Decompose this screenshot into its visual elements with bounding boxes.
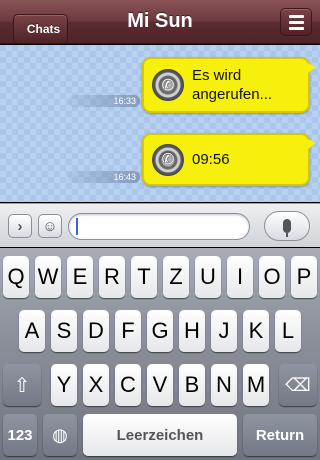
backspace-icon: ⌫ <box>285 374 311 395</box>
menu-button[interactable] <box>280 8 312 36</box>
message-input[interactable] <box>68 213 250 240</box>
key-x[interactable]: X <box>83 364 109 406</box>
key-t[interactable]: T <box>131 256 157 298</box>
key-v[interactable]: V <box>147 364 173 406</box>
key-e[interactable]: E <box>67 256 93 298</box>
key-h[interactable]: H <box>179 310 205 352</box>
key-s[interactable]: S <box>51 310 77 352</box>
message-bubble[interactable]: ✆ 09:56 <box>142 133 316 186</box>
keyboard: Q W E R T Z U I O P A S D F G H J K L ⇧ … <box>0 248 320 460</box>
key-i[interactable]: I <box>227 256 253 298</box>
message-timestamp: 16:43 <box>68 171 140 183</box>
message-input-bar: › ☺ <box>0 203 320 247</box>
key-o[interactable]: O <box>259 256 285 298</box>
message-timestamp: 16:33 <box>68 95 140 107</box>
microphone-button[interactable] <box>264 211 310 241</box>
key-n[interactable]: N <box>211 364 237 406</box>
key-j[interactable]: J <box>211 310 237 352</box>
key-y[interactable]: Y <box>51 364 77 406</box>
key-f[interactable]: F <box>115 310 141 352</box>
key-d[interactable]: D <box>83 310 109 352</box>
hamburger-icon <box>288 14 304 18</box>
return-key[interactable]: Return <box>243 414 317 456</box>
key-b[interactable]: B <box>179 364 205 406</box>
numbers-key[interactable]: 123 <box>3 414 37 456</box>
globe-icon: ◍ <box>52 424 68 445</box>
key-u[interactable]: U <box>195 256 221 298</box>
shift-key[interactable]: ⇧ <box>3 364 41 406</box>
key-r[interactable]: R <box>99 256 125 298</box>
chevron-right-icon[interactable]: › <box>8 214 32 238</box>
key-m[interactable]: M <box>243 364 269 406</box>
key-g[interactable]: G <box>147 310 173 352</box>
space-key[interactable]: Leerzeichen <box>83 414 237 456</box>
key-a[interactable]: A <box>19 310 45 352</box>
key-c[interactable]: C <box>115 364 141 406</box>
text-cursor <box>76 218 78 235</box>
call-icon: ✆ <box>152 69 184 101</box>
message-bubble[interactable]: ✆ Es wird angerufen... <box>142 57 316 113</box>
key-k[interactable]: K <box>243 310 269 352</box>
key-l[interactable]: L <box>275 310 301 352</box>
message-text: 09:56 <box>192 151 230 168</box>
key-z[interactable]: Z <box>163 256 189 298</box>
globe-key[interactable]: ◍ <box>43 414 77 456</box>
key-w[interactable]: W <box>35 256 61 298</box>
shift-arrow-icon: ⇧ <box>13 374 31 397</box>
message-text: Es wird angerufen... <box>192 67 273 103</box>
smiley-icon[interactable]: ☺ <box>38 214 62 238</box>
key-q[interactable]: Q <box>3 256 29 298</box>
call-icon: ✆ <box>152 143 184 176</box>
key-p[interactable]: P <box>291 256 317 298</box>
chat-title: Mi Sun <box>127 10 193 32</box>
navigation-bar: Chats Mi Sun <box>0 0 320 44</box>
chat-area[interactable]: 16:33 ✆ Es wird angerufen... 16:43 ✆ 09:… <box>0 45 320 202</box>
delete-key[interactable]: ⌫ <box>279 364 317 406</box>
microphone-icon <box>283 219 291 237</box>
